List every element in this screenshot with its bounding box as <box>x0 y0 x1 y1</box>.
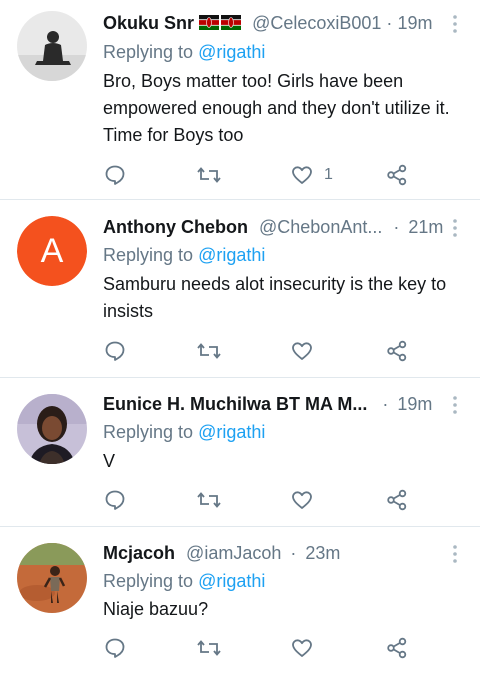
separator-dot: · <box>382 394 389 414</box>
share-icon <box>387 164 407 186</box>
tweet-actions: 1 <box>0 162 480 188</box>
replying-to: Replying to @rigathi <box>103 242 265 268</box>
mention-link[interactable]: @rigathi <box>198 571 265 591</box>
like-button[interactable] <box>290 635 324 661</box>
share-button[interactable] <box>385 338 409 364</box>
replying-to-label: Replying to <box>103 571 199 591</box>
more-vertical-icon[interactable] <box>452 14 458 34</box>
like-button[interactable] <box>290 338 324 364</box>
share-icon <box>387 637 407 659</box>
mention-link[interactable]: @rigathi <box>198 422 265 442</box>
more-vertical-icon[interactable] <box>452 395 458 415</box>
reply-button[interactable] <box>103 338 127 364</box>
child-on-red-soil-photo <box>17 543 87 613</box>
avatar[interactable]: A <box>17 216 87 286</box>
tweet-text: Bro, Boys matter too! Girls have been em… <box>103 71 450 145</box>
reply-icon <box>105 638 125 658</box>
reply-button[interactable] <box>103 487 127 513</box>
tweet-header: Mcjacoh @iamJacoh · 23m <box>103 540 443 566</box>
display-name[interactable]: Okuku Snr <box>103 10 194 36</box>
like-count: 1 <box>324 166 333 183</box>
replying-to-label: Replying to <box>103 245 199 265</box>
tweet-text: V <box>103 451 116 471</box>
separator-dot: · <box>386 13 393 33</box>
tweet-card[interactable]: A Anthony Chebon @ChebonAnt... · 21m Rep… <box>0 201 480 378</box>
retweet-button[interactable] <box>196 162 222 188</box>
tweet-text: Niaje bazuu? <box>103 599 209 619</box>
replying-to: Replying to @rigathi <box>103 419 265 445</box>
kenya-flag-icon <box>199 15 242 36</box>
tweet-actions <box>0 487 480 513</box>
timestamp: 19m <box>397 13 433 33</box>
timestamp: 21m <box>408 217 443 237</box>
avatar[interactable] <box>17 543 87 613</box>
reply-icon <box>105 490 125 510</box>
user-handle[interactable]: @iamJacoh <box>186 540 281 566</box>
mention-link[interactable]: @rigathi <box>198 245 265 265</box>
heart-icon <box>292 491 312 509</box>
retweet-icon <box>197 640 221 656</box>
replying-to: Replying to @rigathi <box>103 568 265 594</box>
silhouette-photo <box>17 11 87 81</box>
like-button[interactable] <box>290 487 324 513</box>
separator-dot: · <box>290 543 297 563</box>
avatar[interactable] <box>17 394 87 464</box>
tweet-card[interactable]: Mcjacoh @iamJacoh · 23m Replying to @rig… <box>0 528 480 676</box>
display-name[interactable]: Mcjacoh <box>103 540 175 566</box>
reply-icon <box>105 165 125 185</box>
reply-button[interactable] <box>103 162 127 188</box>
reply-icon <box>105 341 125 361</box>
mention-link[interactable]: @rigathi <box>198 42 265 62</box>
separator-dot: · <box>393 217 400 237</box>
reply-feed: Okuku Snr @CelecoxiB001 · 19m Replying t… <box>0 0 480 676</box>
tweet-actions <box>0 635 480 661</box>
tweet-text: Samburu needs alot insecurity is the key… <box>103 274 447 321</box>
retweet-button[interactable] <box>196 487 222 513</box>
timestamp: 23m <box>305 543 341 563</box>
retweet-icon <box>197 343 221 359</box>
share-button[interactable] <box>385 487 409 513</box>
user-handle[interactable]: @ChebonAnt... <box>259 214 382 240</box>
avatar[interactable] <box>17 11 87 81</box>
tweet-header: Okuku Snr @CelecoxiB001 · 19m <box>103 10 443 36</box>
retweet-button[interactable] <box>196 338 222 364</box>
heart-icon <box>292 166 312 184</box>
retweet-icon <box>197 492 221 508</box>
tweet-card[interactable]: Eunice H. Muchilwa BT MA M... · 19m Repl… <box>0 379 480 527</box>
share-icon <box>387 489 407 511</box>
more-vertical-icon[interactable] <box>452 544 458 564</box>
retweet-icon <box>197 167 221 183</box>
tweet-card[interactable]: Okuku Snr @CelecoxiB001 · 19m Replying t… <box>0 0 480 200</box>
replying-to: Replying to @rigathi <box>103 39 265 65</box>
display-name[interactable]: Eunice H. Muchilwa BT MA M... <box>103 391 367 417</box>
heart-icon <box>292 639 312 657</box>
tweet-actions <box>0 338 480 364</box>
share-button[interactable] <box>385 635 409 661</box>
like-button[interactable]: 1 <box>290 162 333 188</box>
heart-icon <box>292 342 312 360</box>
timestamp: 19m <box>397 394 433 414</box>
reply-button[interactable] <box>103 635 127 661</box>
more-vertical-icon[interactable] <box>452 218 458 238</box>
share-icon <box>387 340 407 362</box>
replying-to-label: Replying to <box>103 42 199 62</box>
display-name[interactable]: Anthony Chebon <box>103 214 248 240</box>
share-button[interactable] <box>385 162 409 188</box>
tweet-header: Anthony Chebon @ChebonAnt... · 21m <box>103 214 443 240</box>
avatar-letter: A <box>17 216 87 286</box>
portrait-photo <box>17 394 87 464</box>
replying-to-label: Replying to <box>103 422 199 442</box>
retweet-button[interactable] <box>196 635 222 661</box>
tweet-header: Eunice H. Muchilwa BT MA M... · 19m <box>103 391 443 417</box>
user-handle[interactable]: @CelecoxiB001 <box>252 10 381 36</box>
